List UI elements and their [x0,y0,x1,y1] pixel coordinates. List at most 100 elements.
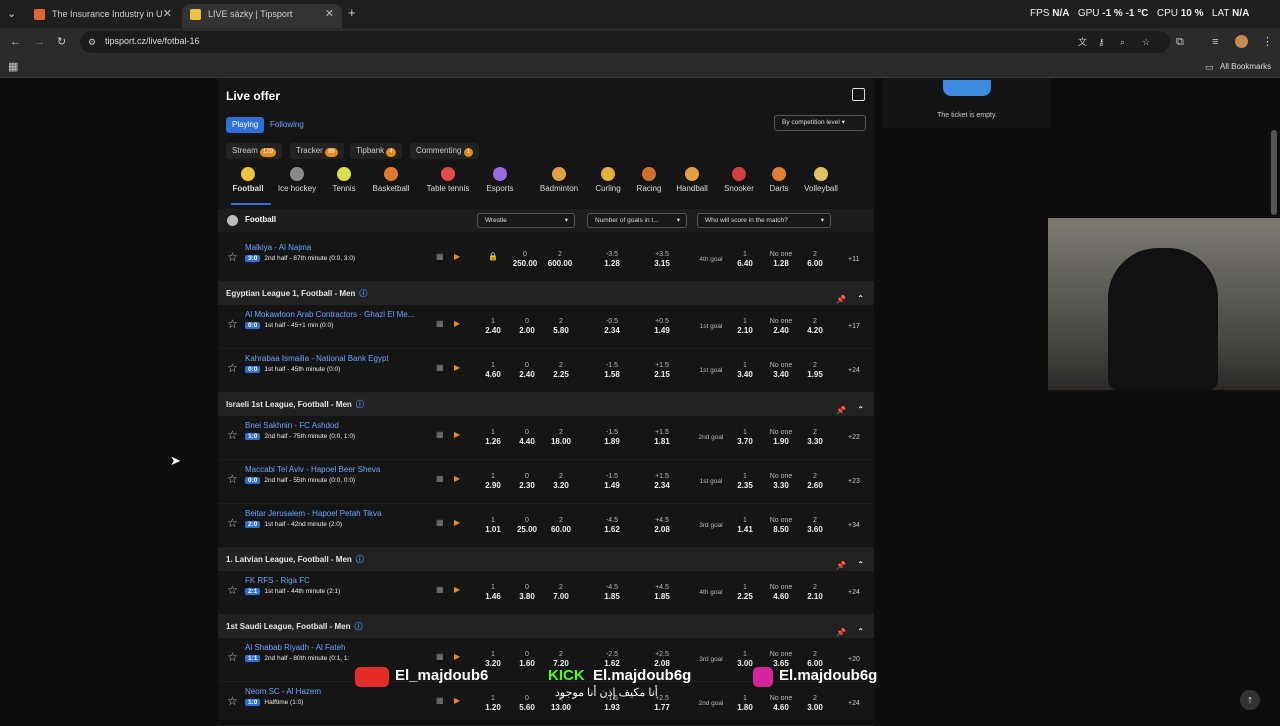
info-icon[interactable]: ⓘ [356,400,364,409]
market-select-goals[interactable]: Number of goals in t... ▾ [587,213,687,228]
bookmark-star-icon[interactable]: ☆ [1142,35,1150,49]
favorite-star-icon[interactable]: ☆ [227,583,238,597]
goal-away[interactable]: 2 3.30 [800,428,830,446]
goal-away[interactable]: 2 2.10 [800,583,830,601]
goal-home[interactable]: 1 3.40 [730,361,760,379]
odds-away[interactable]: 2 2.25 [544,361,578,379]
stream-icon[interactable]: ▶ [454,430,460,439]
handicap-home[interactable]: -0.5 2.34 [596,317,628,335]
stream-icon[interactable]: ▶ [454,585,460,594]
goal-none[interactable]: No one 2.40 [763,317,799,335]
sport-basketball[interactable]: Basketball [367,167,415,193]
scroll-top-button[interactable]: ↑ [1240,690,1260,710]
reload-icon[interactable]: ↻ [57,35,66,49]
avatar[interactable] [1235,35,1248,48]
sport-badminton[interactable]: Badminton [535,167,583,193]
tab-following[interactable]: Following [264,114,310,133]
market-select-scorer[interactable]: Who will score in the match? ▾ [697,213,831,228]
odds-home[interactable]: 1 1.26 [478,428,508,446]
info-icon[interactable]: ⓘ [359,289,367,298]
goal-home[interactable]: 1 6.40 [730,250,760,268]
new-tab-icon[interactable]: + [348,6,356,20]
more-markets-link[interactable]: +24 [848,589,860,596]
odds-away[interactable]: 2 18.00 [544,428,578,446]
close-icon[interactable]: ✕ [163,4,172,24]
more-markets-link[interactable]: +22 [848,434,860,441]
filter-stream[interactable]: Stream 129 [226,140,283,159]
handicap-away[interactable]: +4.5 2.08 [646,516,678,534]
tab-list-icon[interactable]: ⌄ [7,7,16,21]
handicap-home[interactable]: -4.5 1.62 [596,516,628,534]
handicap-home[interactable]: -1.5 1.58 [596,361,628,379]
odds-draw[interactable]: 0 2.40 [512,361,542,379]
menu-icon[interactable]: ⋮ [1262,35,1273,49]
all-bookmarks-link[interactable]: All Bookmarks [1220,62,1271,71]
more-markets-link[interactable]: +23 [848,478,860,485]
match-name[interactable]: Kahrabaa Ismailia - National Bank Egypt [245,354,389,363]
goal-home[interactable]: 1 2.10 [730,317,760,335]
match-name[interactable]: Al Shabab Riyadh - Al Fateh [245,643,346,652]
sport-table-tennis[interactable]: Table tennis [424,167,472,193]
sport-darts[interactable]: Darts [755,167,803,193]
league-header[interactable]: Egyptian League 1, Football - Men ⓘ 📌 ⌃ [218,282,874,305]
match-name[interactable]: Bnei Sakhnin - FC Ashdod [245,421,339,430]
goal-none[interactable]: No one 8.50 [763,516,799,534]
goal-home[interactable]: 1 2.25 [730,583,760,601]
odds-away[interactable]: 2 5.80 [544,317,578,335]
site-info-icon[interactable]: ⚙ [88,35,96,49]
more-markets-link[interactable]: +34 [848,522,860,529]
sport-handball[interactable]: Handball [668,167,716,193]
sport-volleyball[interactable]: Volleyball [797,167,845,193]
odds-away[interactable]: 2 600.00 [543,250,577,268]
zoom-icon[interactable]: ⌕ [1120,35,1125,49]
more-markets-link[interactable]: +20 [848,656,860,663]
odds-draw[interactable]: 0 2.00 [512,317,542,335]
stats-icon[interactable]: ▦ [436,585,444,594]
odds-away[interactable]: 2 3.20 [544,472,578,490]
handicap-away[interactable]: +1.5 1.81 [646,428,678,446]
goal-none[interactable]: No one 3.40 [763,361,799,379]
handicap-away[interactable]: +3.5 3.15 [646,250,678,268]
handicap-away[interactable]: +1.5 2.34 [646,472,678,490]
stream-icon[interactable]: ▶ [454,474,460,483]
odds-draw[interactable]: 0 4.40 [512,428,542,446]
match-name[interactable]: Maccabi Tel Aviv - Hapoel Beer Sheva [245,465,380,474]
filter-tipbank[interactable]: Tipbank 4 [350,140,402,159]
match-name[interactable]: Beitar Jerusalem - Hapoel Petah Tikva [245,509,382,518]
goal-away[interactable]: 2 4.20 [800,317,830,335]
more-markets-link[interactable]: +24 [848,367,860,374]
sport-esports[interactable]: Esports [476,167,524,193]
odds-home[interactable]: 1 2.90 [478,472,508,490]
more-markets-link[interactable]: +24 [848,700,860,707]
match-name[interactable]: Al Mokawloon Arab Contractors - Ghazl El… [245,310,414,319]
sort-select[interactable]: By competition level ▾ [774,115,866,131]
stats-icon[interactable]: ▦ [436,363,444,372]
browser-tab-tipsport[interactable]: LIVE sázky | Tipsport ✕ [182,4,342,28]
stats-icon[interactable]: ▦ [436,430,444,439]
stream-icon[interactable]: ▶ [454,652,460,661]
goal-none[interactable]: No one 1.90 [763,428,799,446]
odds-draw[interactable]: 0 25.00 [512,516,542,534]
league-header[interactable]: 1. Latvian League, Football - Men ⓘ 📌 ⌃ [218,548,874,571]
favorite-star-icon[interactable]: ☆ [227,650,238,664]
odds-draw[interactable]: 0 3.80 [512,583,542,601]
goal-none[interactable]: No one 3.30 [763,472,799,490]
goal-away[interactable]: 2 3.60 [800,516,830,534]
sport-racing[interactable]: Racing [625,167,673,193]
reading-list-icon[interactable]: ≡ [1212,35,1218,49]
goal-none[interactable]: No one 1.28 [763,250,799,268]
favorite-star-icon[interactable]: ☆ [227,694,238,708]
handicap-away[interactable]: +0.5 1.49 [646,317,678,335]
info-icon[interactable]: ⓘ [354,622,362,631]
handicap-home[interactable]: -3.5 1.28 [596,250,628,268]
sport-football[interactable]: Football [224,167,272,193]
goal-home[interactable]: 1 2.35 [730,472,760,490]
stream-icon[interactable]: ▶ [454,518,460,527]
goal-away[interactable]: 2 1.95 [800,361,830,379]
handicap-home[interactable]: -1.5 1.89 [596,428,628,446]
favorite-star-icon[interactable]: ☆ [227,428,238,442]
odds-home[interactable]: 1 4.60 [478,361,508,379]
favorite-star-icon[interactable]: ☆ [227,361,238,375]
filter-commenting[interactable]: Commenting 1 [410,140,479,159]
extensions-icon[interactable]: ⧉ [1176,35,1184,49]
